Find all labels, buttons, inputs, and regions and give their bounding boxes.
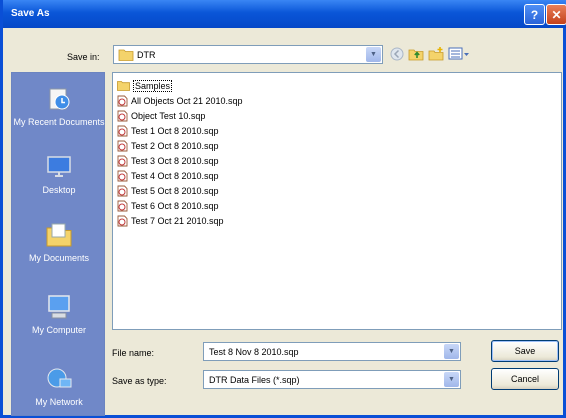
place-label: My Network (35, 397, 83, 407)
sqp-file-icon (117, 140, 128, 151)
file-name: Test 3 Oct 8 2010.sqp (131, 155, 219, 166)
file-name: Object Test 10.sqp (131, 110, 206, 121)
place-my-computer[interactable]: My Computer (12, 293, 106, 335)
sqp-file-icon (117, 155, 128, 166)
cancel-button[interactable]: Cancel (491, 368, 559, 390)
place-label: My Documents (28, 253, 90, 263)
sqp-file-icon (117, 110, 128, 121)
folder-icon (117, 81, 130, 91)
file-name: Test 5 Oct 8 2010.sqp (131, 185, 219, 196)
file-name: Test 2 Oct 8 2010.sqp (131, 140, 219, 151)
file-name-field[interactable]: Test 8 Nov 8 2010.sqp ▼ (203, 342, 461, 361)
chevron-down-icon[interactable]: ▼ (366, 47, 381, 62)
help-button[interactable]: ? (524, 4, 545, 25)
window-title: Save As (11, 8, 50, 19)
back-icon[interactable] (389, 46, 405, 62)
close-button[interactable]: ✕ (546, 4, 566, 25)
place-my-documents[interactable]: My Documents (12, 221, 106, 263)
file-name: Test 6 Oct 8 2010.sqp (131, 200, 219, 211)
sqp-file-icon (117, 95, 128, 106)
save-as-type-dropdown[interactable]: DTR Data Files (*.sqp) ▼ (203, 370, 461, 389)
list-item-file[interactable]: Test 3 Oct 8 2010.sqp (117, 154, 219, 167)
my-documents-icon (46, 223, 72, 247)
save-as-type-value: DTR Data Files (*.sqp) (209, 375, 300, 385)
place-recent-documents[interactable]: My Recent Documents (12, 85, 106, 127)
sqp-file-icon (117, 215, 128, 226)
folder-icon (118, 49, 134, 61)
place-label: Desktop (42, 185, 76, 195)
save-in-value: DTR (137, 50, 156, 60)
file-name: Test 4 Oct 8 2010.sqp (131, 170, 219, 181)
my-computer-icon (48, 295, 70, 319)
list-item-file[interactable]: All Objects Oct 21 2010.sqp (117, 94, 243, 107)
up-folder-icon[interactable] (408, 46, 424, 62)
file-name: All Objects Oct 21 2010.sqp (131, 95, 243, 106)
place-desktop[interactable]: Desktop (12, 153, 106, 195)
list-item-file[interactable]: Test 7 Oct 21 2010.sqp (117, 214, 224, 227)
list-item-file[interactable]: Test 1 Oct 8 2010.sqp (117, 124, 219, 137)
place-label: My Recent Documents (13, 117, 105, 127)
chevron-down-icon[interactable]: ▼ (444, 372, 459, 387)
list-item-file[interactable]: Test 2 Oct 8 2010.sqp (117, 139, 219, 152)
sqp-file-icon (117, 170, 128, 181)
list-item-file[interactable]: Test 5 Oct 8 2010.sqp (117, 184, 219, 197)
file-name-label: File name: (112, 348, 155, 358)
file-name-value: Test 8 Nov 8 2010.sqp (209, 347, 299, 357)
file-list[interactable]: Samples All Objects Oct 21 2010.sqp Obje… (112, 72, 562, 330)
chevron-down-icon[interactable]: ▼ (444, 344, 459, 359)
file-name: Samples (133, 79, 173, 92)
save-in-label: Save in: (67, 52, 100, 62)
my-network-icon (47, 368, 72, 388)
list-item-folder[interactable]: Samples (117, 79, 173, 92)
save-button[interactable]: Save (491, 340, 559, 362)
places-bar: My Recent Documents Desktop My Documents… (11, 72, 105, 416)
sqp-file-icon (117, 125, 128, 136)
sqp-file-icon (117, 185, 128, 196)
new-folder-icon[interactable] (428, 46, 444, 62)
save-as-dialog: Save As ? ✕ Save in: DTR ▼ My Recent Doc… (0, 0, 566, 418)
sqp-file-icon (117, 200, 128, 211)
view-menu-icon[interactable] (448, 46, 470, 62)
place-label: My Computer (31, 325, 86, 335)
file-name: Test 7 Oct 21 2010.sqp (131, 215, 224, 226)
list-item-file[interactable]: Test 4 Oct 8 2010.sqp (117, 169, 219, 182)
save-in-dropdown[interactable]: DTR ▼ (113, 45, 383, 64)
place-my-network[interactable]: My Network (12, 365, 106, 407)
recent-documents-icon (49, 88, 70, 110)
title-bar: Save As ? ✕ (3, 0, 566, 28)
list-item-file[interactable]: Test 6 Oct 8 2010.sqp (117, 199, 219, 212)
save-as-type-label: Save as type: (112, 376, 167, 386)
desktop-icon (47, 156, 71, 177)
file-name: Test 1 Oct 8 2010.sqp (131, 125, 219, 136)
list-item-file[interactable]: Object Test 10.sqp (117, 109, 205, 122)
